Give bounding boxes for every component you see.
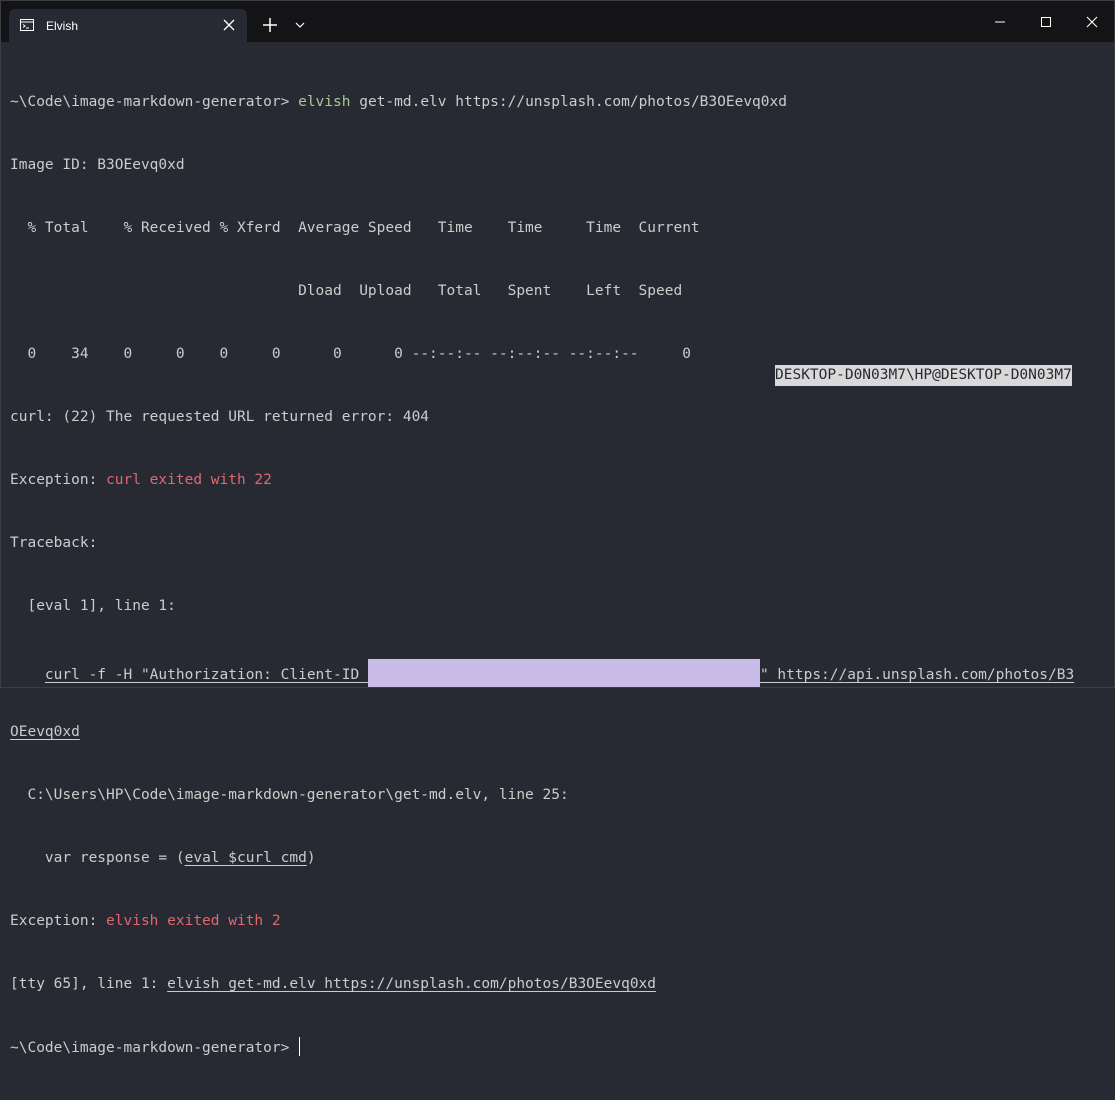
exception-line: Exception: curl exited with 22: [10, 470, 1106, 491]
maximize-icon[interactable]: [1039, 15, 1053, 29]
command-name: elvish: [298, 94, 351, 110]
traceback-code: elvish get-md.elv https://unsplash.com/p…: [167, 976, 657, 992]
traceback-code: eval $curl_cmd: [184, 850, 307, 866]
exception-message: curl exited with 22: [106, 472, 272, 488]
exception-label: Exception:: [10, 913, 107, 929]
prompt: ~\Code\image-markdown-generator>: [10, 1040, 299, 1056]
tab-elvish[interactable]: Elvish: [9, 9, 247, 42]
curl-progress-header: % Total % Received % Xferd Average Speed…: [10, 220, 700, 236]
terminal-icon: [20, 19, 34, 31]
code-suffix: ): [306, 850, 316, 866]
redacted-client-id: [367, 659, 760, 687]
curl-error: curl: (22) The requested URL returned er…: [10, 409, 430, 425]
close-tab-icon[interactable]: [221, 17, 237, 33]
traceback-code-line: curl -f -H "Authorization: Client-ID " h…: [10, 659, 1106, 687]
code-prefix: var response = (: [10, 850, 185, 866]
exception-message: elvish exited with 2: [106, 913, 281, 929]
tab-title: Elvish: [46, 19, 79, 33]
close-window-icon[interactable]: [1085, 15, 1099, 29]
chevron-down-icon[interactable]: [295, 21, 305, 29]
traceback-label: Traceback:: [10, 535, 98, 551]
new-tab-plus-icon[interactable]: [262, 17, 278, 33]
right-prompt: DESKTOP-D0N03M7\HP@DESKTOP-D0N03M7: [775, 365, 1072, 386]
traceback-frame: [eval 1], line 1:: [10, 598, 176, 614]
traceback-code: curl -f -H "Authorization: Client-ID: [44, 667, 368, 683]
traceback-frame: C:\Users\HP\Code\image-markdown-generato…: [10, 787, 569, 803]
curl-progress-header: Dload Upload Total Spent Left Speed: [10, 283, 683, 299]
traceback-tty-line: [tty 65], line 1: elvish get-md.elv http…: [10, 974, 1106, 995]
traceback-code-line: var response = (eval $curl_cmd): [10, 848, 1106, 869]
terminal-line-command: ~\Code\image-markdown-generator> elvish …: [10, 92, 1106, 113]
curl-progress-values: 0 34 0 0 0 0 0 0 --:--:-- --:--:-- --:--…: [10, 346, 691, 362]
title-bar[interactable]: Elvish: [1, 1, 1114, 42]
exception-line: Exception: elvish exited with 2: [10, 911, 1106, 932]
exception-label: Exception:: [10, 472, 107, 488]
tty-prefix: [tty 65], line 1:: [10, 976, 168, 992]
terminal-output[interactable]: ~\Code\image-markdown-generator> elvish …: [10, 50, 1106, 1100]
traceback-code-wrap: OEevq0xd: [10, 722, 1106, 743]
traceback-code-url: " https://api.unsplash.com/photos/B3: [759, 667, 1075, 683]
terminal-line: Image ID: B3OEevq0xd: [10, 157, 185, 173]
text-cursor: [299, 1037, 301, 1056]
terminal-window: Elvish ~\Code\image-markdown-generator> …: [0, 0, 1115, 1056]
command-args: get-md.elv https://unsplash.com/photos/B…: [350, 94, 787, 110]
prompt: ~\Code\image-markdown-generator>: [10, 94, 299, 110]
terminal-line-prompt[interactable]: ~\Code\image-markdown-generator>: [10, 1037, 1106, 1058]
minimize-icon[interactable]: [993, 15, 1007, 29]
traceback-code-continued: OEevq0xd: [10, 724, 80, 740]
